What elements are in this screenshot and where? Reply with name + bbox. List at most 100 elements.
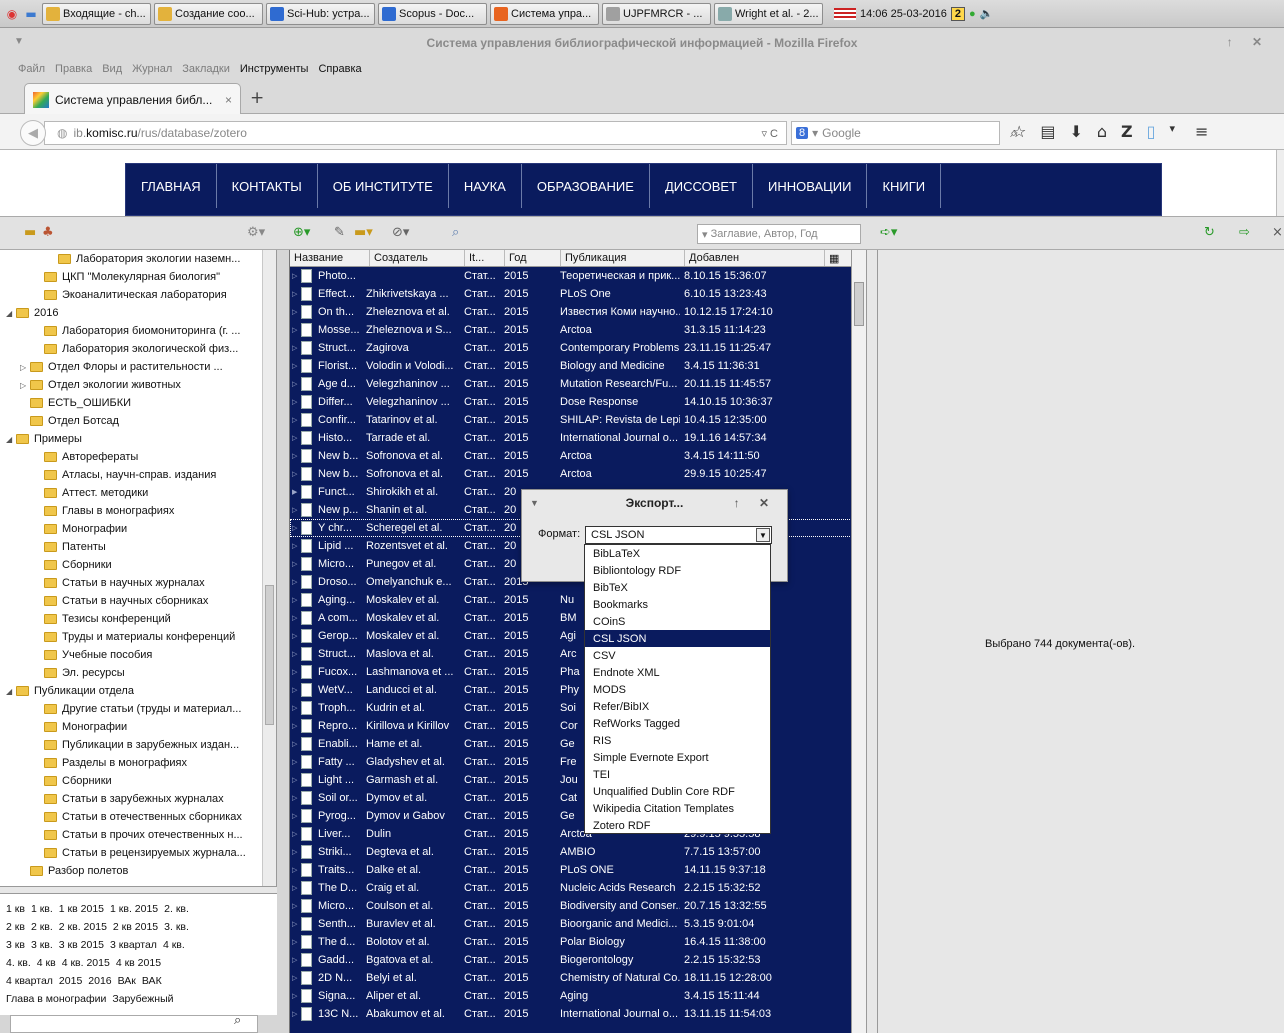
tag[interactable]: 4 квартал [6, 975, 53, 987]
format-option[interactable]: BibLaTeX [585, 545, 770, 562]
collection-item[interactable]: ▷ Отдел экологии животных [0, 376, 276, 394]
zotero-icon[interactable]: Z [1121, 122, 1133, 141]
bookmark-star-icon[interactable]: ☆ [1012, 122, 1026, 141]
collection-item[interactable]: Лаборатория экологической физ... [0, 340, 276, 358]
collection-item[interactable]: Главы в монографиях [0, 502, 276, 520]
table-row[interactable]: ▷ Florist... Volodin и Volodi... Стат... 201… [290, 357, 866, 375]
column-header[interactable]: It... [465, 250, 505, 266]
row-expand-icon[interactable]: ▷ [290, 290, 299, 298]
search-engine-icon[interactable]: 8 [796, 127, 809, 139]
row-expand-icon[interactable]: ▷ [290, 326, 299, 334]
table-row[interactable]: ▷Troph...Kudrin et al.Стат...2015Soi43 [290, 699, 866, 717]
new-collection-icon[interactable]: ▬ [24, 225, 36, 240]
page-scrollbar[interactable] [1276, 150, 1284, 216]
row-expand-icon[interactable]: ▷ [290, 866, 299, 874]
row-expand-icon[interactable]: ▷ [290, 740, 299, 748]
column-picker-icon[interactable]: ▦ [825, 250, 852, 266]
tag[interactable]: ВАК [142, 975, 162, 987]
tag[interactable]: Зарубежный [112, 993, 173, 1005]
tag[interactable]: 4 кв 2015 [116, 957, 161, 969]
site-nav-item[interactable]: Книги [867, 164, 942, 208]
tag[interactable]: Глава в монографии [6, 993, 106, 1005]
format-option[interactable]: TEI [585, 766, 770, 783]
table-row[interactable]: ▷ Photo... Стат... 2015 Теоретическая и прик… [290, 267, 866, 285]
tag[interactable]: 3 кв. [31, 939, 53, 951]
collection-item[interactable]: ЕСТЬ_ОШИБКИ [0, 394, 276, 412]
collection-item[interactable]: Атласы, научн-справ. издания [0, 466, 276, 484]
row-expand-icon[interactable]: ▷ [290, 812, 299, 820]
table-row[interactable]: ▷A com...Moskalev et al.Стат...2015BM:24 [290, 609, 866, 627]
taskbar-task[interactable]: Scopus - Doc... [378, 2, 487, 25]
flag-icon[interactable] [834, 7, 856, 20]
home-icon[interactable]: ⌂ [1097, 122, 1107, 141]
row-expand-icon[interactable]: ▷ [290, 1010, 299, 1018]
items-scrollbar[interactable] [851, 250, 866, 1033]
row-expand-icon[interactable]: ▷ [290, 848, 299, 856]
new-note-icon[interactable]: ▬▾ [354, 225, 373, 240]
collections-scroll-thumb[interactable] [265, 585, 274, 725]
table-row[interactable]: ▷ Signa... Aliper et al. Стат... 2015 Aging 3.… [290, 987, 866, 1005]
format-option[interactable]: Zotero RDF [585, 817, 770, 834]
collection-item[interactable]: Экоаналитическая лаборатория [0, 286, 276, 304]
row-expand-icon[interactable]: ▷ [290, 992, 299, 1000]
row-expand-icon[interactable]: ▶ [290, 488, 299, 496]
downloads-icon[interactable]: ⬇ [1069, 122, 1082, 141]
table-row[interactable]: ▷Aging...Moskalev et al.Стат...2015Nu:00 [290, 591, 866, 609]
table-row[interactable]: ▷Enabli...Hame et al.Стат...2015Ge9 [290, 735, 866, 753]
pane-splitter[interactable] [0, 886, 277, 893]
dialog-menu-icon[interactable]: ▼ [530, 498, 539, 508]
add-by-identifier-icon[interactable]: ✎ [334, 225, 345, 240]
tag-search-input[interactable] [10, 1015, 258, 1033]
row-expand-icon[interactable]: ▷ [290, 560, 299, 568]
new-item-icon[interactable]: ⊕▾ [293, 225, 310, 240]
collection-item[interactable]: ◢ 2016 [0, 304, 276, 322]
row-expand-icon[interactable]: ▷ [290, 632, 299, 640]
table-row[interactable]: ▷ Struct... Zagirova Стат... 2015 Contemporar… [290, 339, 866, 357]
format-option[interactable]: COinS [585, 613, 770, 630]
fullscreen-icon[interactable]: ⇨ [1239, 225, 1250, 240]
collection-item[interactable]: Разделы в монографиях [0, 754, 276, 772]
column-header[interactable]: Название [290, 250, 370, 266]
tag[interactable]: 4. кв. [6, 957, 31, 969]
format-option[interactable]: Simple Evernote Export [585, 749, 770, 766]
format-option[interactable]: CSL JSON [585, 630, 770, 647]
expand-twisty-icon[interactable]: ▷ [20, 363, 30, 372]
back-button[interactable]: ◀ [20, 120, 46, 146]
row-expand-icon[interactable]: ▷ [290, 434, 299, 442]
attachment-icon[interactable]: ⊘▾ [392, 225, 409, 240]
table-row[interactable]: ▷ Confir... Tatarinov et al. Стат... 2015 SHI… [290, 411, 866, 429]
collection-item[interactable]: Сборники [0, 556, 276, 574]
tag[interactable]: 3. кв. [164, 921, 189, 933]
site-nav-item[interactable]: Диссовет [650, 164, 753, 208]
tag[interactable]: 3 квартал [110, 939, 157, 951]
collection-item[interactable]: Лаборатория экологии наземн... [0, 250, 276, 268]
menu-item-2[interactable]: Вид [102, 63, 122, 75]
column-header[interactable]: Добавлен [685, 250, 825, 266]
collection-item[interactable]: Статьи в отечественных сборниках [0, 808, 276, 826]
hamburger-menu-icon[interactable]: ≡ [1195, 122, 1208, 141]
collection-item[interactable]: Статьи в зарубежных журналах [0, 790, 276, 808]
tag[interactable]: 4 кв. 2015 [62, 957, 110, 969]
tag[interactable]: 2015 [59, 975, 82, 987]
table-row[interactable]: ▷ Age d... Velegzhaninov ... Стат... 2015 Mut… [290, 375, 866, 393]
format-option[interactable]: Unqualified Dublin Core RDF [585, 783, 770, 800]
row-expand-icon[interactable]: ▷ [290, 506, 299, 514]
table-row[interactable]: ▷ 13C N... Abakumov et al. Стат... 2015 Inter… [290, 1005, 866, 1023]
format-option[interactable]: MODS [585, 681, 770, 698]
table-row[interactable]: ▷ The d... Bolotov et al. Стат... 2015 Polar … [290, 933, 866, 951]
table-row[interactable]: ▷ Micro... Coulson et al. Стат... 2015 Biodiv… [290, 897, 866, 915]
format-option[interactable]: Bookmarks [585, 596, 770, 613]
pane-divider[interactable] [866, 250, 878, 1033]
tag[interactable]: 1 кв. [31, 903, 53, 915]
table-row[interactable]: ▷ Senth... Buravlev et al. Стат... 2015 Bioor… [290, 915, 866, 933]
items-scroll-thumb[interactable] [854, 282, 864, 326]
tag[interactable]: 3 кв [6, 939, 25, 951]
reload-icon[interactable]: ▿ C [761, 127, 778, 140]
menu-item-0[interactable]: Файл [18, 63, 45, 75]
expand-twisty-icon[interactable]: ▷ [20, 381, 30, 390]
row-expand-icon[interactable]: ▷ [290, 722, 299, 730]
collection-item[interactable]: Разбор полетов [0, 862, 276, 880]
site-nav-item[interactable]: Образование [522, 164, 650, 208]
menu-item-5[interactable]: Инструменты [240, 63, 309, 75]
format-option[interactable]: Wikipedia Citation Templates [585, 800, 770, 817]
